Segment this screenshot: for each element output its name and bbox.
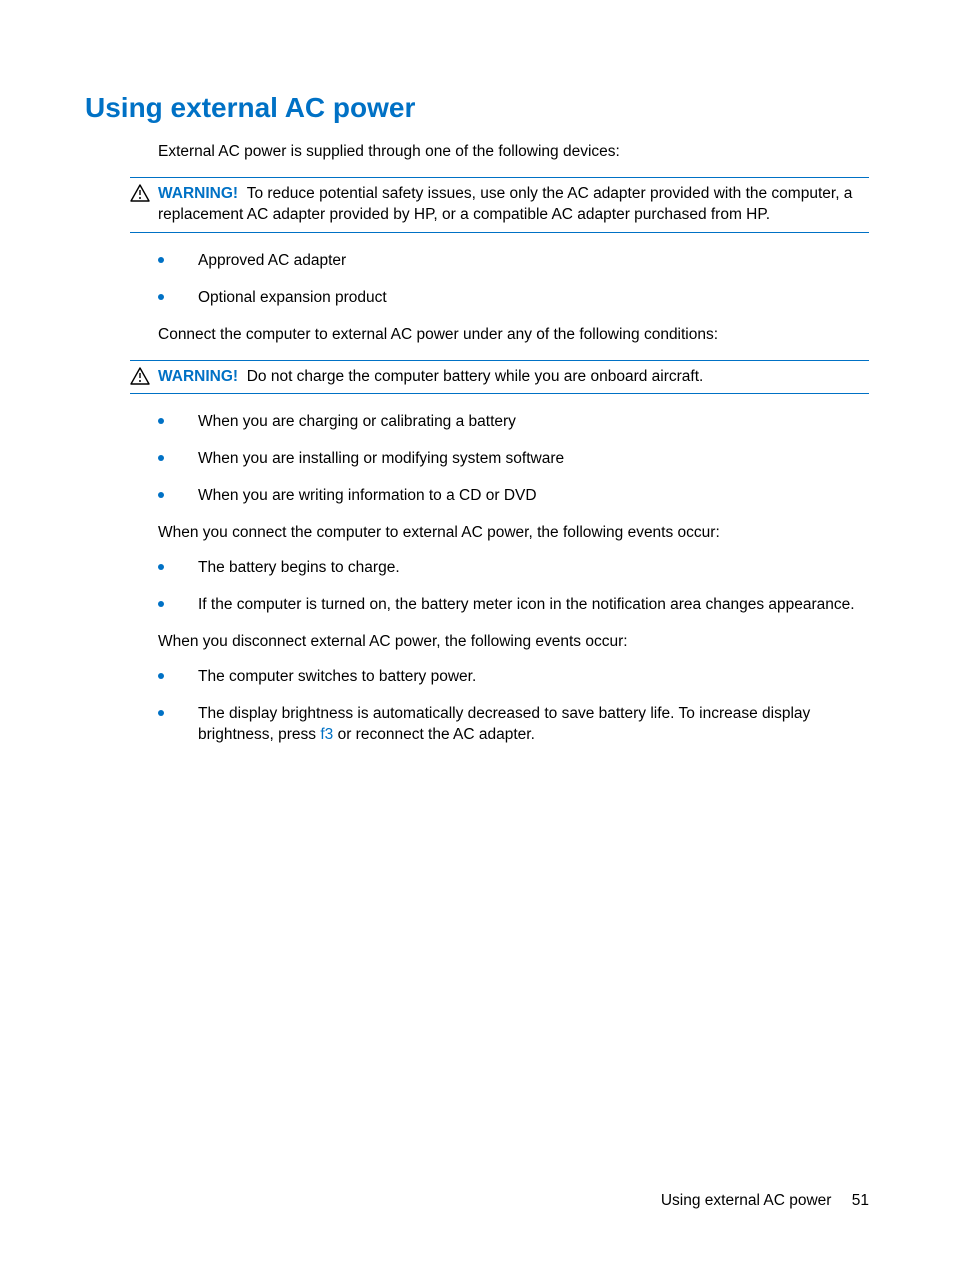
list-item: The display brightness is automatically …	[158, 704, 869, 746]
list-item: If the computer is turned on, the batter…	[158, 595, 869, 616]
list-item: The computer switches to battery power.	[158, 667, 869, 688]
footer-title: Using external AC power	[661, 1192, 832, 1209]
list-item: Approved AC adapter	[158, 251, 869, 272]
warning-text: Do not charge the computer battery while…	[247, 368, 704, 385]
list-item: Optional expansion product	[158, 288, 869, 309]
warning-box-2: WARNING! Do not charge the computer batt…	[130, 360, 869, 395]
connect-events-list: The battery begins to charge. If the com…	[158, 558, 869, 616]
disconnect-events-list: The computer switches to battery power. …	[158, 667, 869, 746]
list-item: When you are installing or modifying sys…	[158, 449, 869, 470]
list-item: When you are writing information to a CD…	[158, 486, 869, 507]
warning-text: To reduce potential safety issues, use o…	[158, 185, 852, 223]
warning-label: WARNING!	[158, 185, 238, 202]
warning-triangle-icon	[130, 184, 150, 202]
list-item-text: or reconnect the AC adapter.	[333, 726, 535, 743]
intro-paragraph: External AC power is supplied through on…	[158, 142, 869, 163]
warning-box-1: WARNING! To reduce potential safety issu…	[130, 177, 869, 233]
paragraph: Connect the computer to external AC powe…	[158, 325, 869, 346]
warning-triangle-icon	[130, 367, 150, 385]
conditions-list: When you are charging or calibrating a b…	[158, 412, 869, 507]
page-footer: Using external AC power 51	[661, 1192, 869, 1210]
warning-label: WARNING!	[158, 368, 238, 385]
page-heading: Using external AC power	[85, 92, 869, 124]
list-item: The battery begins to charge.	[158, 558, 869, 579]
device-list: Approved AC adapter Optional expansion p…	[158, 251, 869, 309]
list-item: When you are charging or calibrating a b…	[158, 412, 869, 433]
key-reference: f3	[320, 726, 333, 743]
paragraph: When you disconnect external AC power, t…	[158, 632, 869, 653]
page-number: 51	[852, 1192, 869, 1209]
paragraph: When you connect the computer to externa…	[158, 523, 869, 544]
